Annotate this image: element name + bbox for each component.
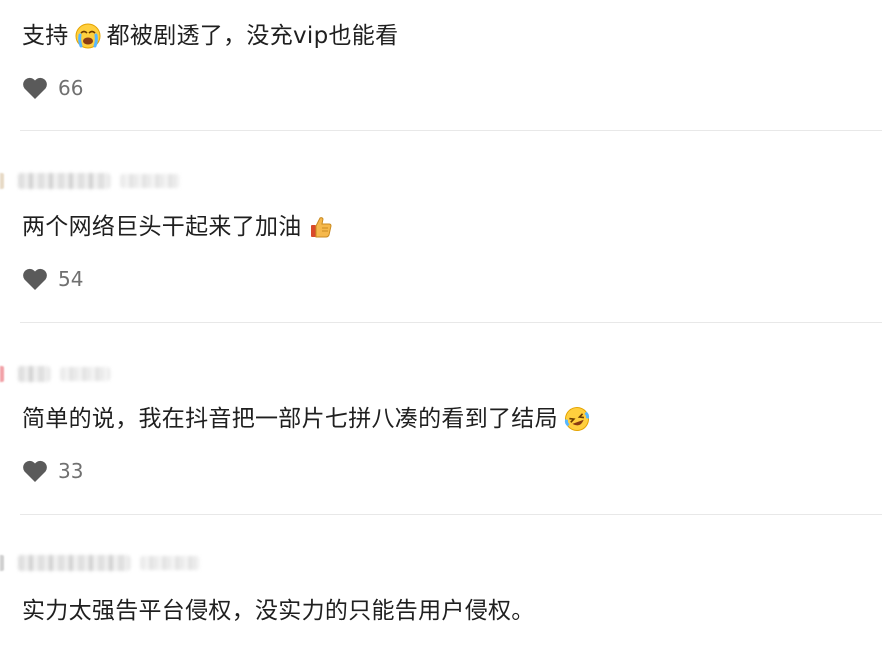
comment-divider bbox=[20, 322, 882, 323]
comment-feed: 支持 都被剧透了，没充vip也能看 66 两个网络巨头干起来了加油 54 简单的… bbox=[0, 0, 882, 645]
avatar[interactable] bbox=[0, 173, 4, 189]
heart-icon bbox=[23, 77, 47, 99]
comment-text: 实力太强告平台侵权，没实力的只能告用户侵权。 bbox=[22, 596, 535, 626]
like-button[interactable]: 54 bbox=[22, 266, 83, 292]
timestamp-blurred bbox=[140, 556, 200, 570]
comment-divider bbox=[20, 130, 882, 131]
thumbs-up-emoji-icon bbox=[310, 217, 332, 238]
comment-text-part: 都被剧透了，没充vip也能看 bbox=[106, 23, 399, 49]
comment-text-part: 简单的说，我在抖音把一部片七拼八凑的看到了结局 bbox=[22, 406, 558, 432]
username-blurred[interactable] bbox=[18, 173, 110, 189]
timestamp-blurred bbox=[120, 174, 180, 188]
username-row bbox=[18, 364, 110, 384]
avatar[interactable] bbox=[0, 555, 4, 571]
heart-icon bbox=[23, 460, 47, 482]
comment-text-part: 实力太强告平台侵权，没实力的只能告用户侵权。 bbox=[22, 598, 535, 624]
comment-text: 两个网络巨头干起来了加油 bbox=[22, 212, 340, 242]
laughing-tears-emoji-icon bbox=[564, 407, 590, 431]
like-count: 66 bbox=[58, 76, 84, 100]
comment-divider bbox=[20, 514, 882, 515]
timestamp-blurred bbox=[60, 367, 110, 381]
crying-face-emoji-icon bbox=[75, 23, 101, 49]
comment-text: 支持 都被剧透了，没充vip也能看 bbox=[22, 21, 398, 51]
username-row bbox=[18, 553, 200, 573]
like-button[interactable]: 33 bbox=[22, 458, 83, 484]
heart-icon bbox=[23, 268, 47, 290]
comment-text-part: 两个网络巨头干起来了加油 bbox=[22, 214, 302, 240]
comment-text: 简单的说，我在抖音把一部片七拼八凑的看到了结局 bbox=[22, 404, 596, 434]
avatar[interactable] bbox=[0, 366, 4, 382]
like-count: 33 bbox=[58, 459, 84, 483]
username-blurred[interactable] bbox=[18, 366, 50, 382]
like-count: 54 bbox=[58, 267, 84, 291]
like-button[interactable]: 66 bbox=[22, 75, 83, 101]
username-blurred[interactable] bbox=[18, 555, 130, 571]
username-row bbox=[18, 171, 180, 191]
comment-text-part: 支持 bbox=[22, 23, 69, 49]
